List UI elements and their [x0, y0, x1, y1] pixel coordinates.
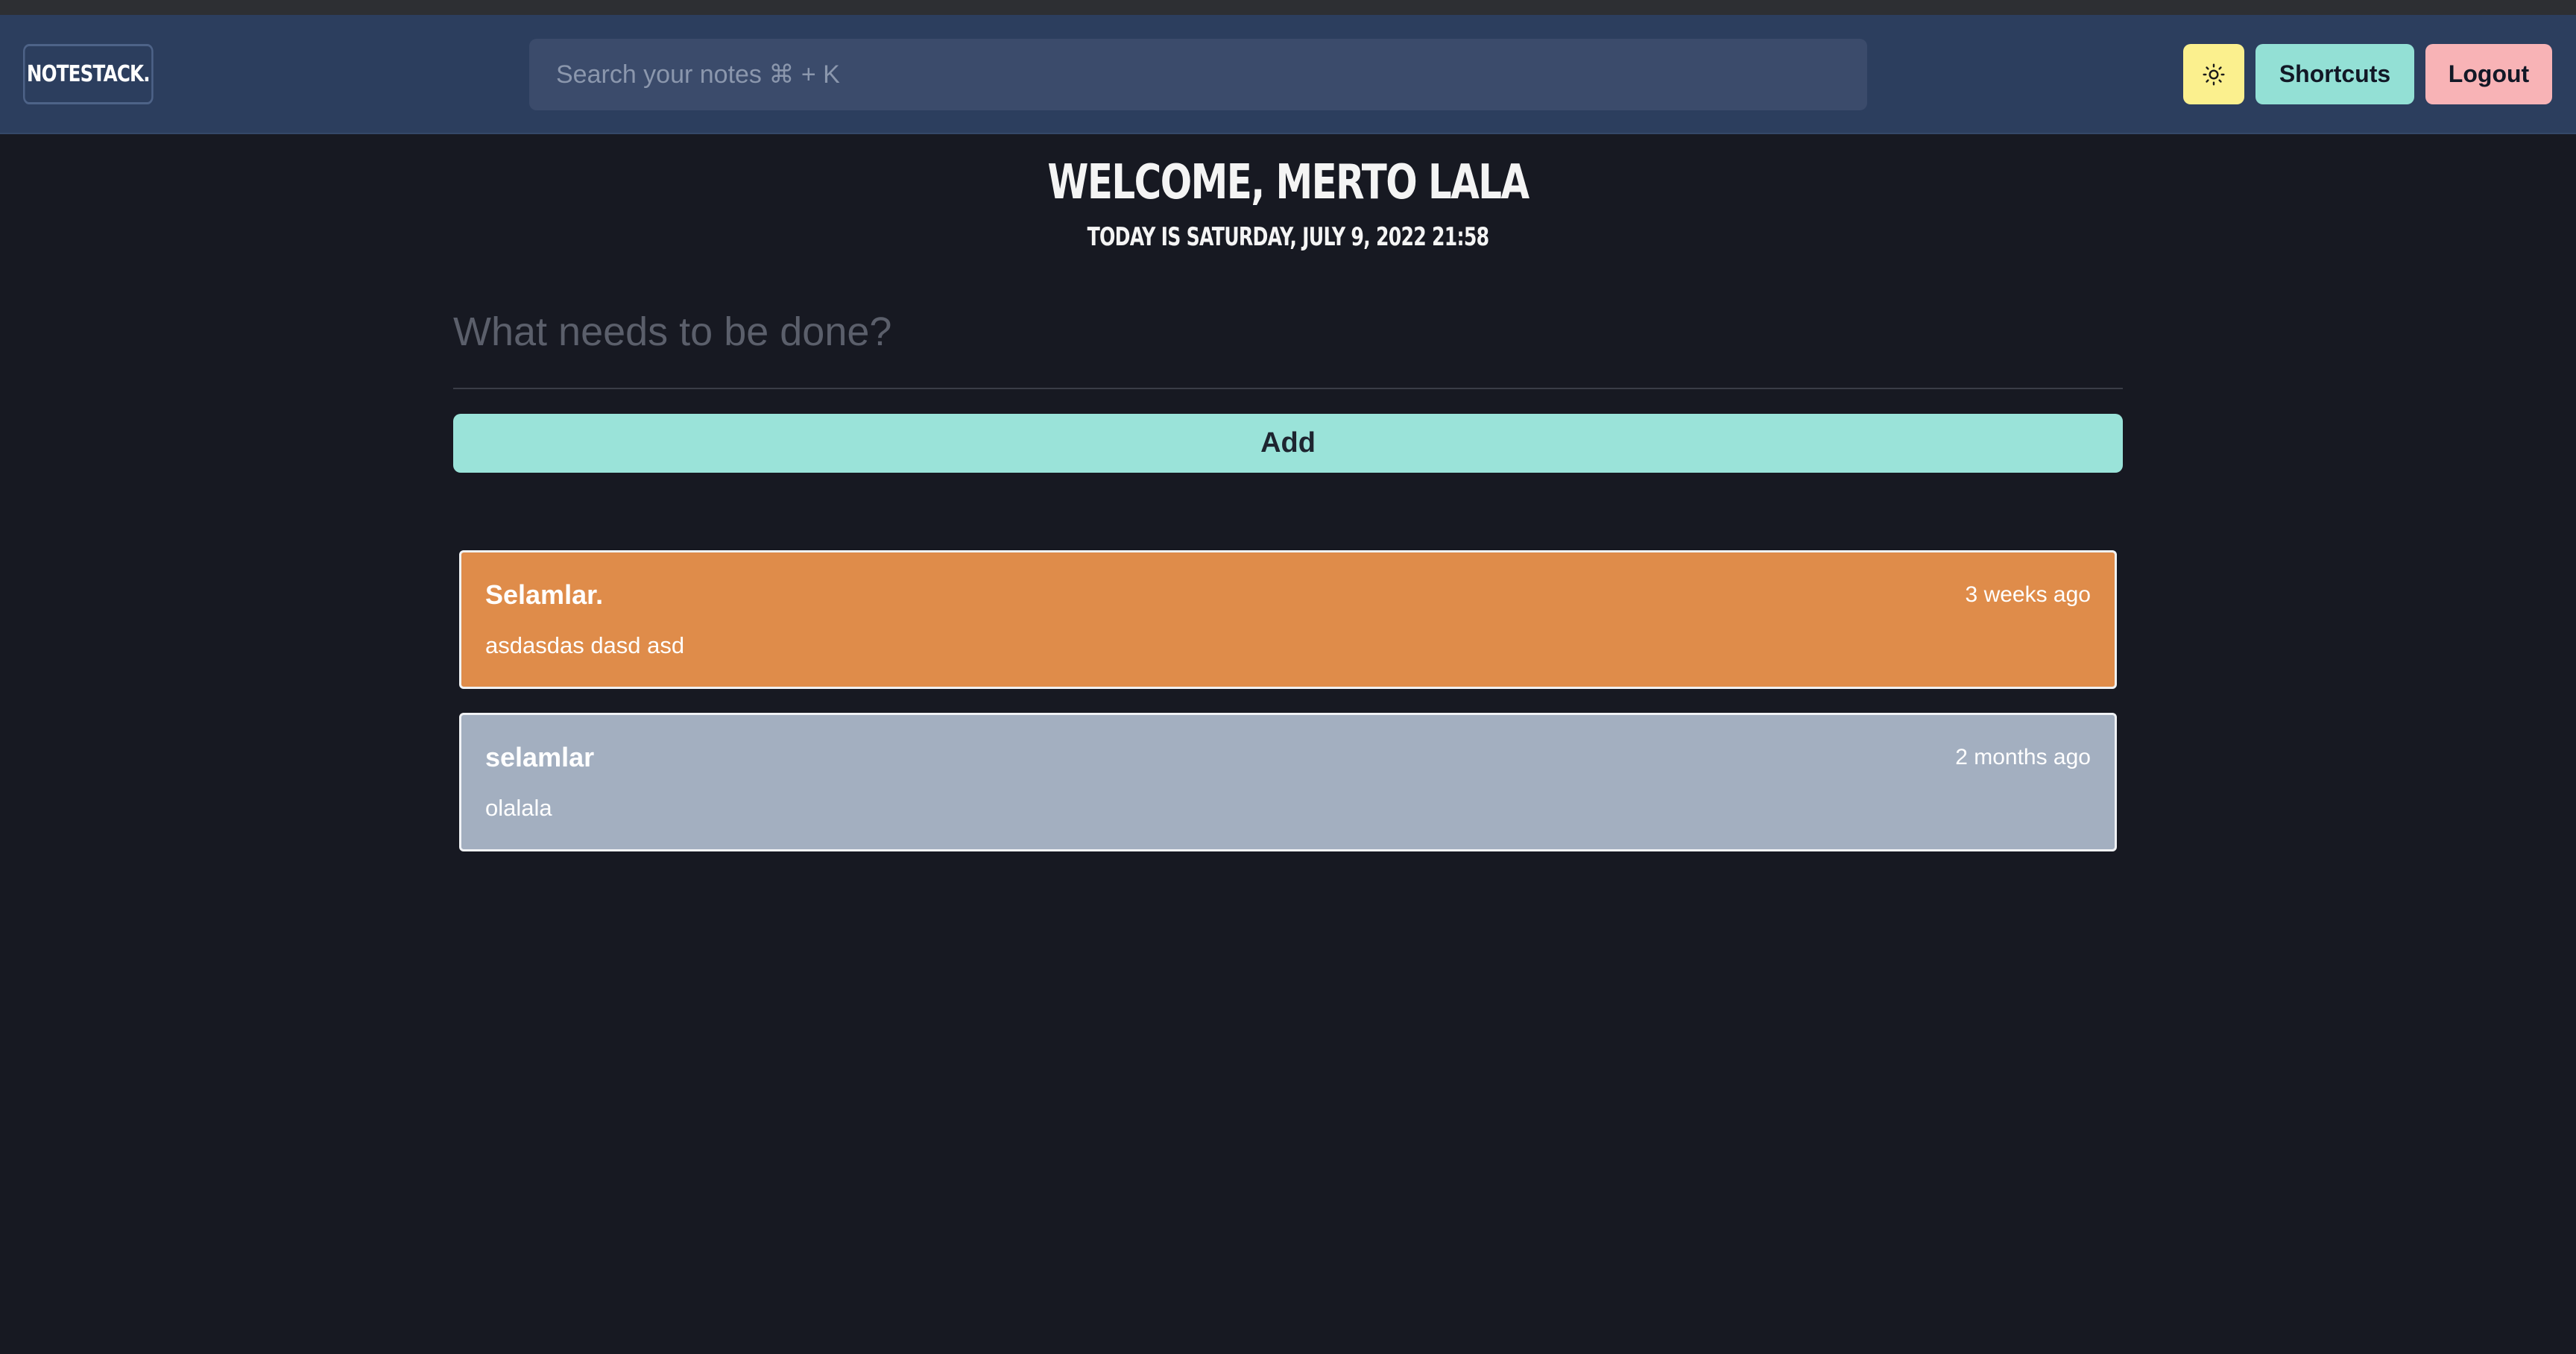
note-timestamp: 3 weeks ago	[1965, 582, 2091, 607]
brand-label: NOTESTACK.	[26, 61, 151, 87]
note-card[interactable]: selamlar 2 months ago olalala	[459, 713, 2117, 851]
note-body: asdasdas dasd asd	[485, 632, 685, 658]
search-input[interactable]	[529, 39, 1867, 110]
theme-toggle-button[interactable]	[2183, 44, 2244, 104]
brand-logo[interactable]: NOTESTACK.	[23, 44, 154, 104]
shortcuts-button[interactable]: Shortcuts	[2255, 44, 2414, 104]
sun-icon	[2203, 63, 2225, 86]
date-subheading: TODAY IS SATURDAY, JULY 9, 2022 21:58	[1087, 222, 1490, 252]
logout-button[interactable]: Logout	[2425, 44, 2552, 104]
note-card[interactable]: Selamlar. 3 weeks ago asdasdas dasd asd	[459, 550, 2117, 689]
welcome-heading: WELCOME, MERTO LALA	[1047, 155, 1530, 210]
navbar: NOTESTACK. Shortcuts Logout	[0, 15, 2576, 134]
window-top-strip	[0, 0, 2576, 15]
new-note-input[interactable]	[453, 276, 2123, 389]
note-title: Selamlar.	[485, 579, 604, 610]
note-body: olalala	[485, 795, 552, 821]
note-timestamp: 2 months ago	[1955, 745, 2091, 769]
note-title: selamlar	[485, 742, 595, 772]
add-note-button[interactable]: Add	[453, 414, 2123, 473]
